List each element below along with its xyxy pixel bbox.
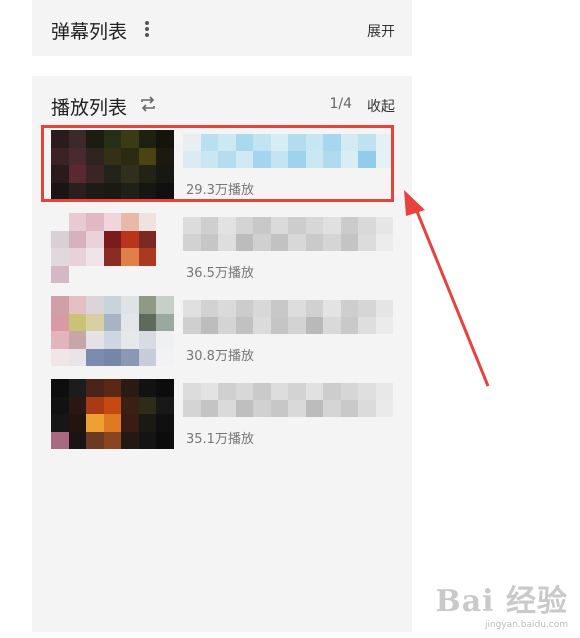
arrow-annotation (404, 190, 490, 387)
watermark: Bai 经验 jingyan.baidu.com (435, 576, 568, 630)
watermark-url: jingyan.baidu.com (484, 620, 568, 630)
watermark-logo: Bai 经验 (435, 584, 568, 619)
